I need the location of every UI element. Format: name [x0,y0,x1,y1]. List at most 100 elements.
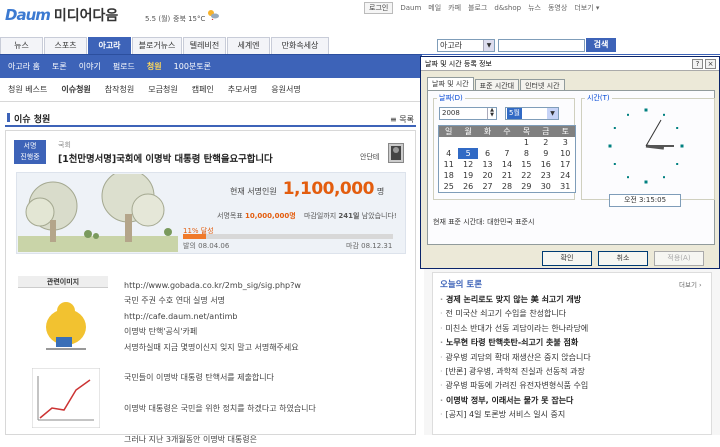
related-image-1[interactable] [32,293,100,353]
util-link-blog[interactable]: 블로그 [468,3,487,13]
subnav2-support[interactable]: 응원서명 [271,84,300,95]
close-button[interactable]: × [705,59,716,69]
calendar-day[interactable]: 9 [536,148,555,159]
calendar-day[interactable]: 22 [517,170,536,181]
calendar-day[interactable]: 26 [458,181,477,192]
cancel-button[interactable]: 취소 [598,251,648,266]
list-item[interactable]: 미친소 반대가 선동 괴담이라는 한나라당에 [440,322,710,336]
list-item[interactable]: 경제 논리로도 맞지 않는 美 쇠고기 개방 [440,293,710,307]
subnav-pumroad[interactable]: 펌로드 [113,61,135,72]
calendar-day[interactable]: 24 [556,170,575,181]
list-item[interactable]: [반론] 광우병, 과학적 진실과 선동적 과장 [440,365,710,379]
subnav2-memorial[interactable]: 추모서명 [228,84,257,95]
list-item[interactable]: 전 미국산 쇠고기 수입을 찬성합니다 [440,307,710,321]
time-input[interactable]: 오전 3:15:05 [609,194,681,207]
calendar-day[interactable]: 2 [536,137,555,148]
list-item[interactable]: 광우병 파동에 가려진 유전자변형식품 수입 [440,379,710,393]
subnav2-best[interactable]: 청원 베스트 [8,84,47,95]
calendar-day[interactable]: 30 [536,181,555,192]
calendar-day[interactable]: 21 [497,170,516,181]
util-link-mail[interactable]: 메일 [428,3,441,13]
list-button[interactable]: ≡ 목록 [390,114,414,125]
calendar-day[interactable]: 13 [478,159,497,170]
search-button[interactable]: 검색 [586,38,616,52]
month-select[interactable]: 5월 ▼ [505,107,559,120]
debate-more-link[interactable]: 더보기 › [679,279,702,289]
list-item[interactable]: [공지] 4일 토론방 서비스 일시 중지 [440,408,710,422]
apply-button[interactable]: 적용(A) [654,251,704,266]
util-link-dshop[interactable]: d&shop [494,4,521,12]
subnav2-participate[interactable]: 참작청원 [105,84,134,95]
calendar-day[interactable]: 8 [517,148,536,159]
petition-author[interactable]: 안단테 [360,152,379,162]
tab-agora[interactable]: 아고라 [88,37,131,54]
list-item[interactable]: 광우병 괴담의 확대 재생산은 중지 앉습니다 [440,351,710,365]
subnav-debate[interactable]: 토론 [52,61,67,72]
tab-comics[interactable]: 만화속세상 [271,37,329,54]
calendar-day[interactable]: 12 [458,159,477,170]
subnav-petition[interactable]: 청원 [147,61,162,72]
weekday-row: 일 월 화 수 목 금 토 [439,126,575,137]
calendar-day[interactable]: 7 [497,148,516,159]
ok-button[interactable]: 확인 [542,251,592,266]
subnav2-campaign[interactable]: 캠페인 [192,84,214,95]
related-images-header: 관련이미지 [18,276,108,288]
calendar-day[interactable] [478,137,497,148]
calendar-day[interactable]: 5 [458,148,478,159]
subnav-story[interactable]: 이야기 [79,61,101,72]
dialog-titlebar[interactable]: 날짜 및 시간 등록 정보 [421,57,719,71]
calendar-day[interactable]: 14 [497,159,516,170]
calendar-day[interactable]: 16 [536,159,555,170]
subnav-agora-home[interactable]: 아고라 홈 [8,61,40,72]
calendar-day[interactable] [497,137,516,148]
util-link-video[interactable]: 동영상 [548,3,567,13]
tab-television[interactable]: 텔레비전 [183,37,226,54]
calendar-day[interactable]: 10 [556,148,575,159]
related-image-2[interactable] [32,368,100,428]
clock-tick [627,176,629,179]
search-input[interactable] [498,39,585,52]
calendar-day[interactable]: 19 [458,170,477,181]
calendar-week-row: 11 12 13 14 15 16 17 [439,159,575,170]
calendar-day[interactable]: 6 [478,148,497,159]
tab-sports[interactable]: 스포츠 [44,37,87,54]
calendar-day[interactable] [439,137,458,148]
calendar-day[interactable]: 23 [536,170,555,181]
calendar-day[interactable]: 1 [517,137,536,148]
tab-blognews[interactable]: 블로거뉴스 [132,37,182,54]
calendar-day[interactable]: 20 [478,170,497,181]
calendar-day[interactable]: 25 [439,181,458,192]
calendar-day[interactable]: 3 [556,137,575,148]
subnav2-fund[interactable]: 모금청원 [148,84,177,95]
petition-title[interactable]: [1천만명서명]국회에 이명박 대통령 탄핵을요구합니다 [58,151,273,165]
util-link-cafe[interactable]: 카페 [448,3,461,13]
logo[interactable]: Daum 미디어다음 [5,6,118,24]
util-link-daum[interactable]: Daum [400,4,421,12]
subnav2-issue[interactable]: 이슈청원 [61,84,90,95]
body-line[interactable]: http://cafe.daum.net/antimb [124,309,414,324]
calendar-day[interactable]: 17 [556,159,575,170]
subnav-100min[interactable]: 100분토론 [174,61,211,72]
year-input[interactable]: 2008 ▲ ▼ [439,107,497,120]
calendar-day[interactable]: 27 [478,181,497,192]
calendar-day[interactable]: 11 [439,159,458,170]
avatar[interactable] [388,143,404,163]
calendar-day[interactable]: 29 [517,181,536,192]
calendar-day[interactable] [458,137,477,148]
calendar-week-row: 25 26 27 28 29 30 31 [439,181,575,192]
help-button[interactable]: ? [692,59,703,69]
search-category-select[interactable]: 아고라 ▼ [437,39,495,52]
calendar-day[interactable]: 15 [517,159,536,170]
list-item[interactable]: 노무현 타령 탄핵촛탄-쇠고기 촛불 점화 [440,336,710,350]
calendar-day[interactable]: 28 [497,181,516,192]
login-button[interactable]: 로그인 [364,2,394,14]
calendar-day[interactable]: 4 [439,148,458,159]
util-link-news[interactable]: 뉴스 [528,3,541,13]
list-item[interactable]: 이명박 정부, 이래서는 물가 못 잡는다 [440,394,710,408]
calendar-day[interactable]: 31 [556,181,575,192]
util-link-more[interactable]: 더보기 ▾ [574,3,599,13]
body-line[interactable]: http://www.gobada.co.kr/2mb_sig/sig.php?… [124,278,414,293]
tab-world[interactable]: 세계엔 [227,37,270,54]
tab-news[interactable]: 뉴스 [0,37,43,54]
calendar-day[interactable]: 18 [439,170,458,181]
